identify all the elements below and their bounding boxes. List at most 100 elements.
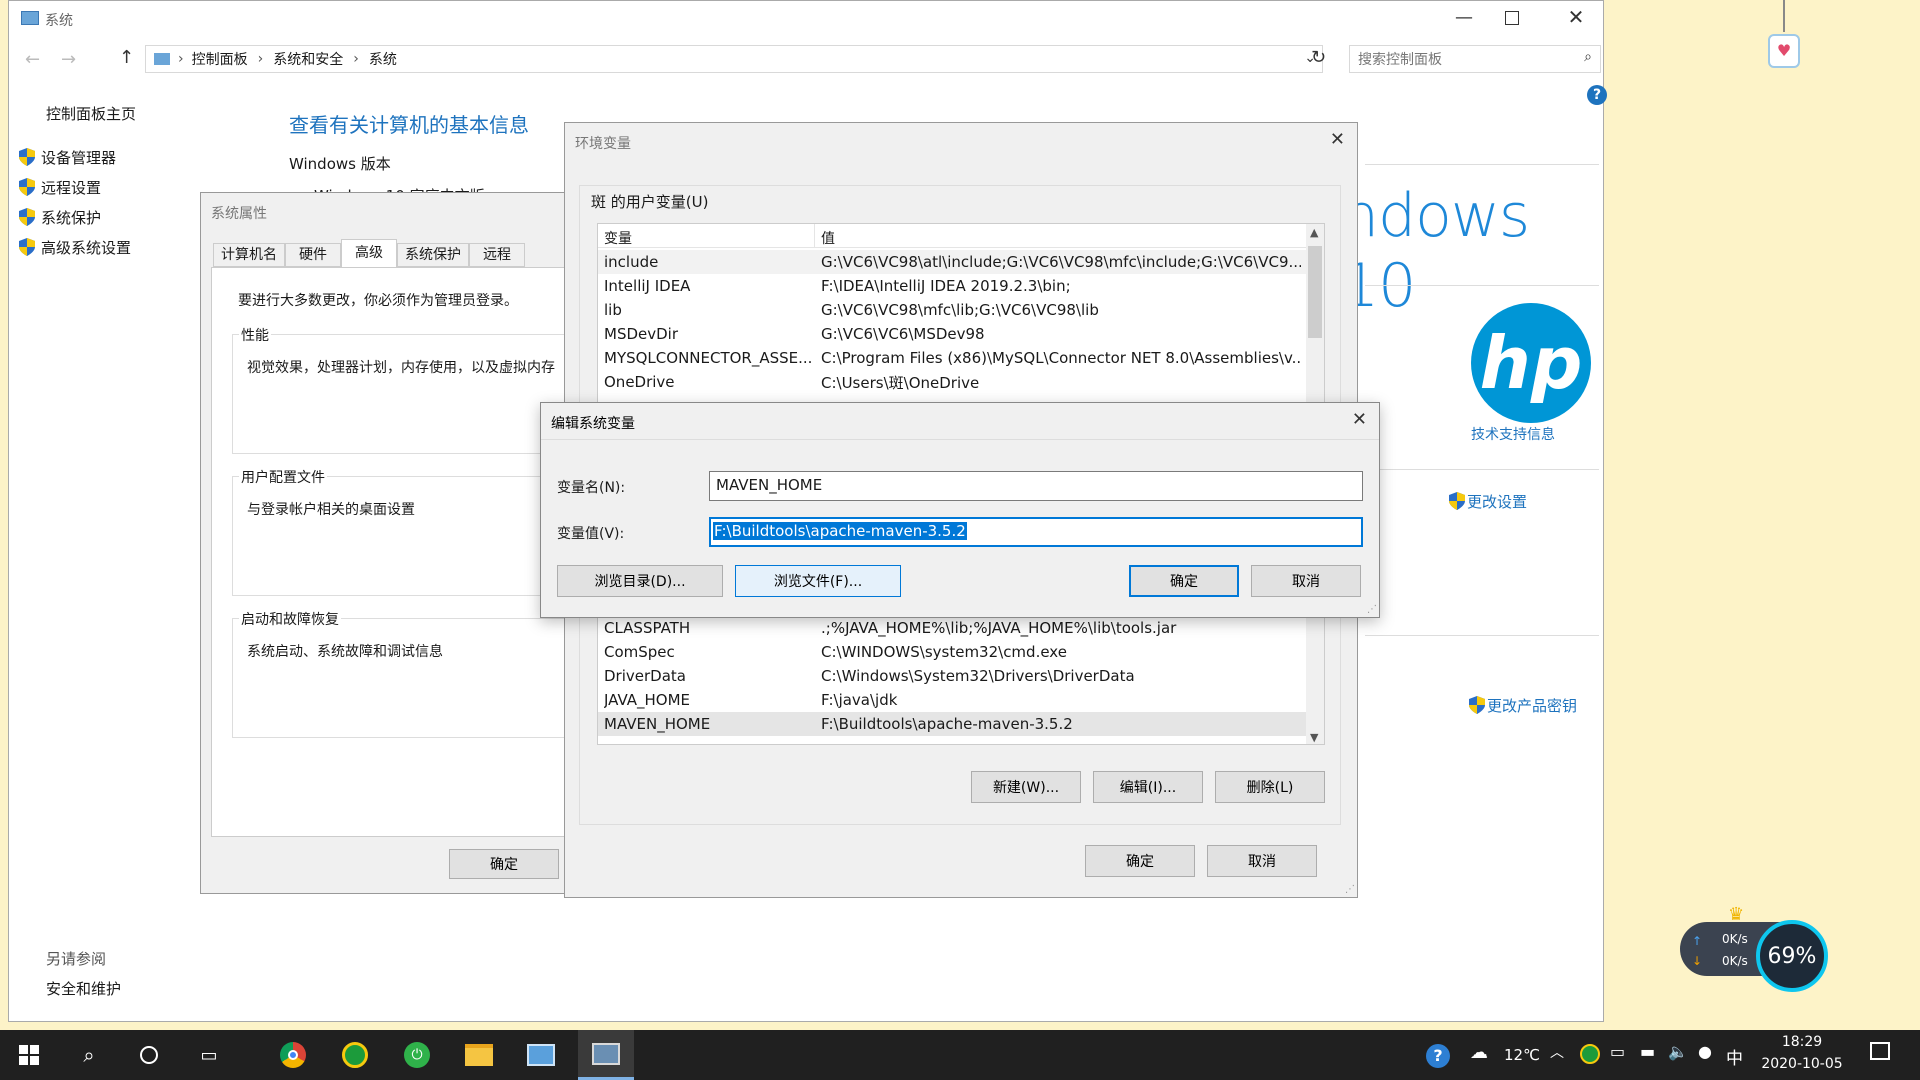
breadcrumb-item[interactable]: 系统 [369, 49, 397, 69]
minimize-button[interactable]: — [1449, 7, 1479, 31]
volume-icon[interactable]: 🔈 [1668, 1042, 1688, 1061]
system-properties-dialog: 系统属性 计算机名 硬件 高级 系统保护 远程 要进行大多数更改，你必须作为管理… [200, 192, 592, 894]
list-item[interactable]: lib G:\VC6\VC98\mfc\lib;G:\VC6\VC98\lib [598, 298, 1324, 322]
divider [1365, 164, 1599, 165]
cancel-button[interactable]: 取消 [1251, 565, 1361, 597]
help-icon[interactable]: ? [1587, 85, 1607, 105]
scroll-thumb[interactable] [1308, 246, 1322, 338]
maximize-button[interactable] [1505, 11, 1519, 25]
list-header: 变量 值 [598, 224, 1308, 248]
list-item-selected[interactable]: MAVEN_HOME F:\Buildtools\apache-maven-3.5… [598, 712, 1308, 736]
refresh-icon[interactable]: ↻ [1311, 47, 1326, 68]
search-input[interactable]: 搜索控制面板 ⌕ [1349, 45, 1601, 73]
scrollbar[interactable]: ▼ [1306, 614, 1324, 744]
clock-date[interactable]: 2020-10-05 [1756, 1056, 1848, 1072]
search-button[interactable]: ⌕ [64, 1030, 114, 1080]
sidebar-item-remote[interactable]: 远程设置 [19, 177, 101, 198]
list-item[interactable]: MSDevDir G:\VC6\VC6\MSDev98 [598, 322, 1324, 346]
change-product-key-link[interactable]: 更改产品密钥 [1469, 695, 1577, 716]
net-speed-widget[interactable]: ♛ ↑ 0K/s ↓ 0K/s 69% [1680, 904, 1830, 992]
sidebar-item-advanced[interactable]: 高级系统设置 [19, 237, 131, 258]
user-vars-list[interactable]: 变量 值 include G:\VC6\VC98\atl\include;G:\V… [597, 223, 1325, 405]
list-item[interactable]: CLASSPATH .;%JAVA_HOME%\lib;%JAVA_HOME%\l… [598, 616, 1324, 640]
scroll-up-icon[interactable]: ▲ [1310, 226, 1318, 239]
cancel-button[interactable]: 取消 [1207, 845, 1317, 877]
tab-system-protection[interactable]: 系统保护 [397, 243, 469, 267]
sidebar-item-device-manager[interactable]: 设备管理器 [19, 147, 116, 168]
resize-grip[interactable]: ⋰ [1367, 604, 1377, 615]
list-item[interactable]: MYSQLCONNECTOR_ASSE... C:\Program Files (… [598, 346, 1324, 370]
list-item[interactable]: JAVA_HOME F:\java\jdk [598, 688, 1324, 712]
tab-hardware[interactable]: 硬件 [285, 243, 341, 267]
system-vars-list[interactable]: CLASSPATH .;%JAVA_HOME%\lib;%JAVA_HOME%\l… [597, 613, 1325, 745]
start-button[interactable] [4, 1030, 54, 1080]
upload-arrow-icon: ↑ [1692, 934, 1703, 948]
change-settings-link[interactable]: 更改设置 [1449, 491, 1527, 512]
nav-up-icon[interactable]: ↑ [119, 47, 134, 68]
weather-icon[interactable]: ☁ [1470, 1042, 1488, 1063]
memory-percent: 69% [1767, 943, 1817, 969]
breadcrumb-item[interactable]: 控制面板 [192, 49, 248, 69]
col-header-val[interactable]: 值 [821, 228, 835, 248]
search-icon: ⌕ [1584, 49, 1592, 65]
browse-directory-button[interactable]: 浏览目录(D)... [557, 565, 723, 597]
selected-text: F:\Buildtools\apache-maven-3.5.2 [713, 522, 967, 540]
ok-button[interactable]: 确定 [1085, 845, 1195, 877]
cortana-button[interactable] [124, 1030, 174, 1080]
system-icon [21, 11, 39, 25]
help-tray-icon[interactable]: ? [1426, 1044, 1450, 1068]
tab-panel: 要进行大多数更改，你必须作为管理员登录。 性能 视觉效果，处理器计划，内存使用，… [211, 267, 592, 837]
variable-value-field[interactable]: F:\Buildtools\apache-maven-3.5.2 [709, 517, 1363, 547]
dialog-title: 系统属性 [211, 206, 267, 222]
see-also-security-link[interactable]: 安全和维护 [46, 978, 121, 999]
system-props-taskbar-icon[interactable] [578, 1030, 634, 1080]
list-item[interactable]: DriverData C:\Windows\System32\Drivers\Dr… [598, 664, 1324, 688]
weather-temperature[interactable]: 12℃ [1504, 1046, 1540, 1064]
battery-icon[interactable]: ▬ [1640, 1042, 1655, 1061]
scroll-down-icon[interactable]: ▼ [1310, 731, 1318, 744]
tab-computer-name[interactable]: 计算机名 [213, 243, 285, 267]
download-speed: 0K/s [1722, 954, 1748, 968]
power-app-taskbar-icon[interactable]: ⏻ [392, 1030, 442, 1080]
tray-app-icon[interactable] [1580, 1044, 1600, 1064]
support-link[interactable]: 技术支持信息 [1471, 424, 1555, 444]
list-item[interactable]: IntelliJ IDEA F:\IDEA\IntelliJ IDEA 2019.… [598, 274, 1324, 298]
delete-button[interactable]: 删除(L) [1215, 771, 1325, 803]
network-icon[interactable]: ▭ [1610, 1042, 1625, 1061]
close-icon[interactable]: ✕ [1352, 409, 1367, 430]
list-item[interactable]: ComSpec C:\WINDOWS\system32\cmd.exe [598, 640, 1324, 664]
list-item[interactable]: include G:\VC6\VC98\atl\include;G:\VC6\VC… [598, 250, 1324, 274]
resize-grip[interactable]: ⋰ [1345, 884, 1355, 895]
control-panel-taskbar-icon[interactable] [516, 1030, 566, 1080]
task-view-button[interactable]: ▭ [184, 1030, 234, 1080]
new-button[interactable]: 新建(W)... [971, 771, 1081, 803]
search-placeholder: 搜索控制面板 [1358, 52, 1442, 68]
nav-back-icon[interactable]: ← [25, 49, 40, 70]
input-method-indicator[interactable]: 中 [1726, 1044, 1743, 1069]
show-hidden-icons-chevron[interactable]: ︿ [1550, 1042, 1564, 1062]
breadcrumb-item[interactable]: 系统和安全 [273, 49, 343, 69]
close-button[interactable]: ✕ [1561, 5, 1591, 29]
address-bar[interactable]: › 控制面板 › 系统和安全 › 系统 ⌄ [145, 45, 1323, 73]
browse-file-button[interactable]: 浏览文件(F)... [735, 565, 901, 597]
clock-time[interactable]: 18:29 [1766, 1034, 1838, 1050]
ok-button[interactable]: 确定 [1129, 565, 1239, 597]
app-taskbar-icon[interactable] [330, 1030, 380, 1080]
close-icon[interactable]: ✕ [1330, 129, 1345, 150]
col-header-var[interactable]: 变量 [604, 228, 632, 248]
sidebar-item-protection[interactable]: 系统保护 [19, 207, 101, 228]
variable-name-field[interactable]: MAVEN_HOME [709, 471, 1363, 501]
sidebar-home-link[interactable]: 控制面板主页 [46, 103, 136, 124]
cortana-icon [140, 1046, 158, 1064]
list-item[interactable]: OneDrive C:\Users\斑\OneDrive [598, 370, 1324, 394]
tab-remote[interactable]: 远程 [469, 243, 525, 267]
ok-button[interactable]: 确定 [449, 849, 559, 879]
tab-advanced[interactable]: 高级 [341, 239, 397, 267]
qq-icon[interactable]: ● [1698, 1042, 1712, 1061]
file-explorer-taskbar-icon[interactable] [454, 1030, 504, 1080]
scrollbar[interactable]: ▲ [1306, 224, 1324, 404]
notification-center-icon[interactable] [1870, 1042, 1890, 1060]
edit-button[interactable]: 编辑(I)... [1093, 771, 1203, 803]
nav-forward-icon[interactable]: → [61, 49, 76, 70]
chrome-taskbar-icon[interactable] [268, 1030, 318, 1080]
